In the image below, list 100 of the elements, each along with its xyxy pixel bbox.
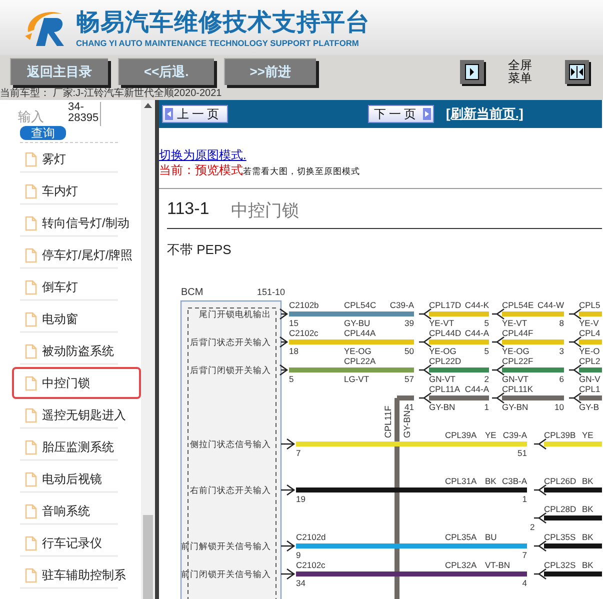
toolbar-button[interactable]: <<后退. (118, 58, 214, 85)
circuit-label: CPL44A (344, 328, 376, 338)
pin-number: 9 (296, 550, 301, 560)
pin-number: 18 (289, 346, 298, 356)
pin-number: 7 (522, 550, 527, 560)
circuit-label: CPL32A (445, 560, 477, 570)
collapse-button[interactable] (565, 60, 589, 84)
connector-arrow-icon (568, 364, 582, 376)
color-code: YE-OG (344, 346, 372, 356)
pin-number: 2 (484, 374, 489, 384)
pin-number: 6 (559, 374, 564, 384)
color-code: BK (485, 476, 496, 486)
color-code: LG-VT (344, 374, 370, 384)
previous-page-button[interactable]: 上一页 (162, 105, 228, 123)
connector-arrow-icon (418, 308, 432, 320)
connector-arrow-icon (533, 568, 547, 580)
toolbar-button[interactable]: >>前进 (224, 58, 316, 85)
refresh-link[interactable]: [刷新当前页.] (446, 105, 524, 123)
connector-arrow-icon (533, 438, 547, 450)
color-code: BU (485, 532, 497, 542)
color-code: GY-BU (344, 318, 370, 328)
circuit-label: CPL39A (445, 430, 477, 440)
scrollbar[interactable] (141, 100, 155, 599)
document-icon (25, 280, 37, 294)
connector-arrow-icon (568, 308, 582, 320)
item-label: 中控门锁 (42, 374, 90, 392)
color-code: GY-BN (429, 402, 456, 412)
circuit-label: CPL35A (445, 532, 477, 542)
document-icon (25, 440, 37, 454)
connector-arrow-icon (491, 392, 505, 404)
toolbar-button[interactable]: 返回主目录 (10, 58, 108, 85)
circuit-label: CPL11K (502, 384, 534, 394)
pin-number: 3 (559, 346, 564, 356)
connector-label: C3B-A (502, 476, 527, 486)
connector-arrow-icon (568, 336, 582, 348)
connector-arrow-icon (533, 512, 547, 524)
color-code: YE-OG (502, 346, 530, 356)
pin-number: 1 (484, 402, 489, 412)
document-icon (25, 376, 37, 390)
pin-number: 8 (559, 318, 564, 328)
color-code: YE (485, 430, 496, 440)
circuit-label: CPL11A (429, 384, 460, 394)
color-code: GN-VT (502, 374, 528, 384)
color-code: GY-B (579, 402, 600, 412)
connector-label: C44-A (464, 328, 489, 338)
connector-label: C39-A (390, 300, 414, 310)
item-label: 电动后视镜 (42, 470, 102, 488)
expand-button[interactable] (460, 60, 484, 84)
diagram-subtitle: 不带 PEPS (167, 241, 232, 259)
item-label: 电动窗 (42, 310, 78, 328)
connector-arrow-icon (280, 438, 296, 450)
pin-number: 50 (404, 346, 414, 356)
sidebar-item[interactable]: 中控门锁 (12, 367, 141, 399)
vehicle-info: 当前车型： 厂家:J-江铃汽车新世代全顺2020-2021 (0, 88, 603, 100)
item-label: 雾灯 (42, 150, 66, 168)
connector-label: C44-A (464, 384, 489, 394)
circuit-label: CPL4 (579, 328, 600, 338)
signal-label: 前门解锁开关信号输入 (181, 541, 271, 551)
connector-arrow-icon (533, 484, 547, 496)
circuit-label: CPL22A (344, 356, 376, 366)
item-label: 胎压监测系统 (42, 438, 114, 456)
item-label: 车内灯 (42, 182, 78, 200)
connector-label: C2102d (296, 532, 326, 542)
circuit-label: CPL5 (579, 300, 600, 310)
signal-label: 尾门开锁电机输出 (199, 309, 271, 319)
color-code: YE-OG (429, 346, 456, 356)
connector-arrow-icon (533, 540, 547, 552)
item-label: 停车灯/尾灯/牌照 (42, 246, 133, 264)
right-arrow-icon (423, 108, 431, 120)
signal-label: 后背门闭锁开关输入 (190, 365, 271, 375)
document-icon (25, 408, 37, 422)
signal-label: 侧拉门状态信号输入 (190, 439, 271, 449)
next-page-button[interactable]: 下一页 (368, 105, 434, 123)
color-code: GY-BN (502, 402, 528, 412)
connector-label: C39-A (502, 430, 527, 440)
mode-hint: 若需看大图，切换至原图模式 (243, 165, 360, 178)
circuit-label: CPL44D (429, 328, 462, 338)
circuit-label: CPL44F (502, 328, 534, 338)
item-label: 被动防盗系统 (42, 342, 114, 360)
connector-arrow-icon (279, 364, 288, 376)
circuit-label: CPL22F (502, 356, 534, 366)
color-code: YE-VT (502, 318, 528, 328)
connector-arrow-icon (418, 336, 432, 348)
color-code: BK (582, 476, 594, 486)
mode-switch-link[interactable]: 切换为原图模式. (159, 148, 246, 162)
scrollbar-thumb[interactable] (143, 515, 153, 599)
connector-arrow-icon (491, 308, 505, 320)
connector-arrow-icon (280, 540, 296, 552)
query-button[interactable]: 查询 (20, 126, 66, 140)
pin-number: 5 (484, 346, 489, 356)
circuit-label: CPL35S (544, 532, 576, 542)
code-field[interactable]: 34-28395 (68, 102, 101, 126)
document-icon (25, 536, 37, 550)
color-code: GN-VT (429, 374, 456, 384)
circuit-label: CPL28D (544, 504, 576, 514)
connector-label: C44-W (538, 300, 564, 310)
section-title: 中控门锁 (231, 200, 300, 222)
connector-arrow-icon (418, 364, 432, 376)
color-code: GY-BN (402, 410, 412, 438)
circuit-label: CPL26D (544, 476, 576, 486)
